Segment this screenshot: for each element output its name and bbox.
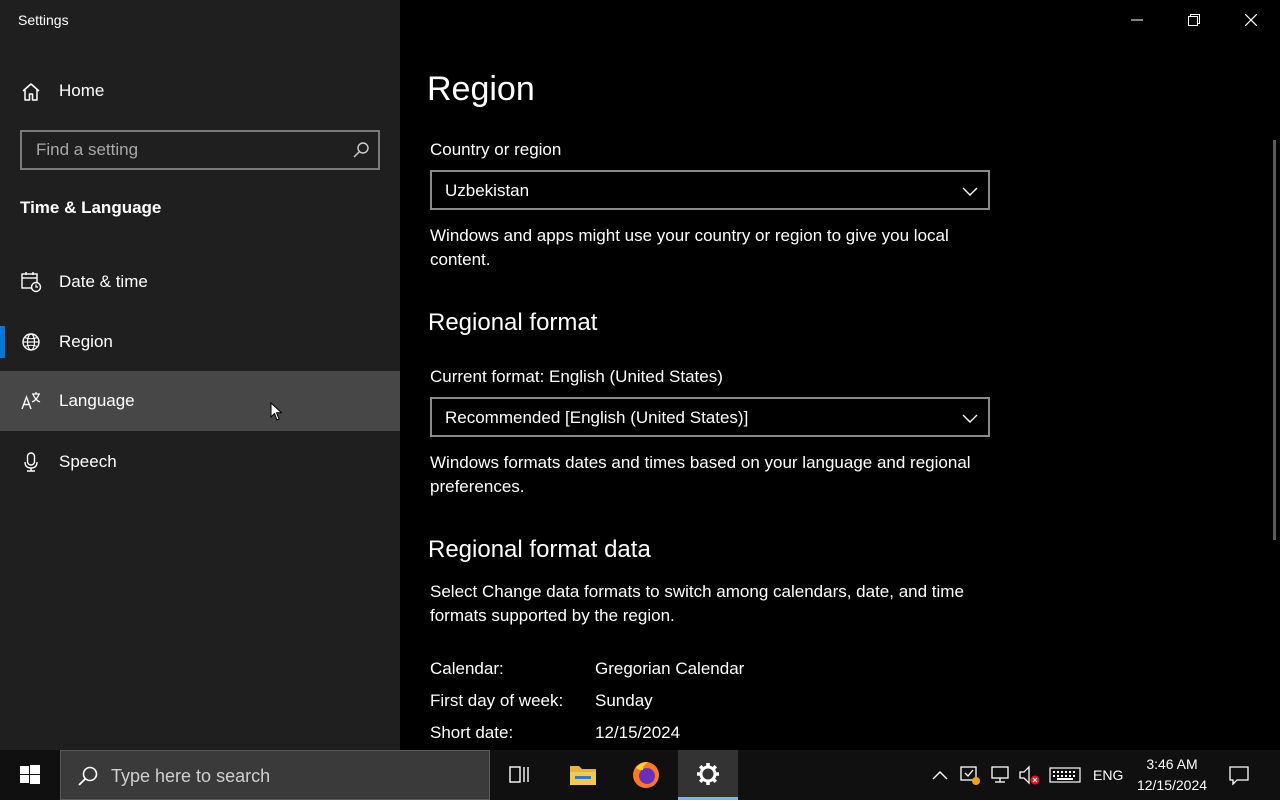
home-icon — [22, 83, 40, 101]
content-pane: Region Country or region Uzbekistan Wind… — [400, 0, 1280, 750]
taskbar: Type here to search ENG 3:46 AM 12/15/20… — [0, 750, 1280, 800]
format-data-key: First day of week: — [430, 691, 564, 710]
chevron-up-icon[interactable] — [930, 764, 950, 786]
country-dropdown[interactable]: Uzbekistan — [430, 170, 990, 210]
regional-format-dropdown[interactable]: Recommended [English (United States)] — [430, 397, 990, 437]
minimize-icon — [1130, 19, 1143, 21]
sidebar-item-label: Date & time — [59, 272, 148, 291]
calendar-clock-icon — [21, 272, 42, 293]
settings-app-button[interactable] — [678, 750, 738, 800]
globe-icon — [22, 333, 40, 351]
format-data-value: 12/15/2024 — [595, 723, 681, 742]
country-label: Country or region — [430, 140, 562, 159]
search-icon[interactable] — [352, 141, 370, 159]
format-data-description: Select Change data formats to switch amo… — [430, 582, 964, 625]
notification-icon[interactable] — [1228, 764, 1250, 786]
restore-button[interactable] — [1165, 0, 1222, 40]
format-data-value: Gregorian Calendar — [595, 659, 745, 678]
clock-time: 3:46 AM — [1146, 756, 1198, 772]
start-button[interactable] — [0, 750, 60, 800]
windows-logo-icon — [20, 765, 40, 784]
file-explorer-button[interactable] — [553, 750, 613, 800]
gear-icon — [697, 763, 719, 785]
keyboard-icon[interactable] — [1049, 764, 1081, 786]
firefox-button[interactable] — [616, 750, 676, 800]
home-nav-item[interactable]: Home — [0, 62, 400, 120]
microphone-icon — [24, 452, 38, 472]
sidebar-item-label: Speech — [59, 452, 117, 471]
restore-icon — [1187, 14, 1200, 26]
taskbar-search-placeholder: Type here to search — [111, 766, 271, 786]
scrollbar[interactable] — [1273, 140, 1276, 540]
format-data-key: Calendar: — [430, 659, 504, 678]
app-title: Settings — [18, 12, 69, 28]
close-button[interactable] — [1222, 0, 1279, 40]
sidebar-item-language[interactable]: Language — [0, 371, 400, 431]
regional-format-value: Recommended [English (United States)] — [445, 408, 749, 427]
country-value: Uzbekistan — [445, 181, 530, 200]
task-view-button[interactable] — [490, 750, 550, 800]
home-label: Home — [59, 81, 105, 100]
volume-muted-icon[interactable] — [1018, 764, 1042, 786]
network-icon[interactable] — [989, 764, 1011, 786]
country-description: Windows and apps might use your country … — [430, 226, 949, 269]
page-title: Region — [427, 70, 535, 108]
input-language-indicator[interactable]: ENG — [1093, 767, 1123, 783]
minimize-button[interactable] — [1108, 0, 1165, 40]
sidebar-item-region[interactable]: Region — [0, 312, 400, 372]
sidebar: Settings Home Time & Language Date & tim… — [0, 0, 400, 750]
settings-search-input[interactable] — [22, 132, 342, 168]
settings-search-box[interactable] — [20, 130, 380, 170]
taskbar-clock[interactable]: 3:46 AM 12/15/2024 — [1132, 754, 1212, 796]
regional-format-description: Windows formats dates and times based on… — [430, 453, 971, 496]
sidebar-item-speech[interactable]: Speech — [0, 432, 400, 492]
language-icon — [21, 392, 41, 410]
section-title: Time & Language — [20, 198, 162, 217]
format-data-value: Sunday — [595, 691, 653, 710]
firefox-icon — [633, 762, 659, 788]
taskbar-search-box[interactable]: Type here to search — [60, 750, 490, 800]
selection-indicator — [0, 326, 5, 358]
security-icon[interactable] — [959, 764, 981, 786]
format-data-heading: Regional format data — [428, 536, 651, 563]
chevron-down-icon — [962, 187, 978, 196]
regional-format-heading: Regional format — [428, 309, 598, 336]
chevron-down-icon — [962, 414, 978, 423]
sidebar-item-label: Region — [59, 332, 113, 351]
clock-date: 12/15/2024 — [1136, 777, 1208, 793]
task-view-icon — [509, 766, 529, 783]
format-data-key: Short date: — [430, 723, 514, 742]
sidebar-item-date-time[interactable]: Date & time — [0, 252, 400, 312]
close-icon — [1244, 14, 1257, 26]
sidebar-item-label: Language — [59, 391, 135, 410]
mouse-cursor-icon — [270, 402, 283, 421]
search-icon — [78, 766, 98, 786]
current-format-label: Current format: English (United States) — [430, 367, 723, 386]
folder-icon — [570, 766, 596, 785]
